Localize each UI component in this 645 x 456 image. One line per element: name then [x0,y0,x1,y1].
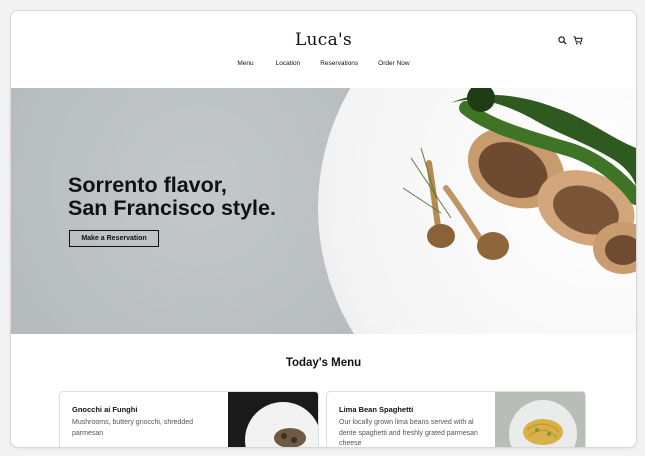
nav-reservations[interactable]: Reservations [320,60,358,67]
menu-item-description: Mushrooms, buttery gnocchi, shredded par… [72,419,194,437]
cart-icon[interactable] [573,36,583,45]
search-icon[interactable] [558,36,567,45]
menu-item-description: Our locally grown lima beans served with… [339,419,478,447]
hero-headline: Sorrento flavor, San Francisco style. [68,174,276,220]
nav-location[interactable]: Location [276,60,301,67]
hero-headline-line1: Sorrento flavor, [68,173,227,197]
gnocchi-dish-image [228,392,318,447]
browser-frame: Luca's Menu Location Reservations Order … [10,10,637,448]
site-header: Luca's Menu Location Reservations Order … [11,11,636,89]
hero-banner: Sorrento flavor, San Francisco style. Ma… [11,88,636,334]
spaghetti-dish-image [495,392,585,447]
nav-menu[interactable]: Menu [237,60,253,67]
menu-card[interactable]: Lima Bean Spaghetti Our locally grown li… [326,391,586,447]
menu-item-name: Lima Bean Spaghetti [339,405,414,414]
todays-menu-title: Today's Menu [285,357,362,369]
header-icons [558,36,583,45]
make-reservation-button[interactable]: Make a Reservation [69,230,159,247]
main-nav: Menu Location Reservations Order Now [11,60,636,67]
menu-item-name: Gnocchi ai Funghi [72,405,138,414]
nav-order-now[interactable]: Order Now [378,60,409,67]
hero-headline-line2: San Francisco style. [68,196,276,220]
site-logo[interactable]: Luca's [11,30,636,50]
menu-card[interactable]: Gnocchi ai Funghi Mushrooms, buttery gno… [59,391,319,447]
